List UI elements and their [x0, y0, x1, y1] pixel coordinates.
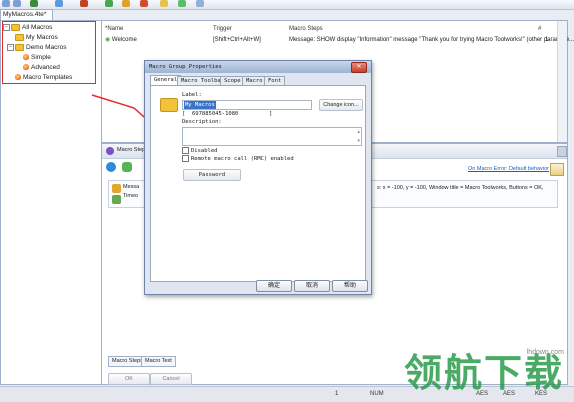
general-tab-panel: Label: My Macros Change icon... [ 697885…: [150, 85, 366, 282]
column-trigger[interactable]: Trigger: [213, 25, 232, 34]
table-row[interactable]: ◉ Welcome [Shift+Ctrl+Alt+W] Message: SH…: [102, 36, 574, 45]
row-macro-steps: Message: SHOW display "Information" mess…: [289, 37, 574, 43]
link-icon[interactable]: [196, 0, 204, 7]
step-options-icon[interactable]: [550, 163, 564, 176]
label-input[interactable]: My Macros: [182, 100, 312, 110]
dialog-ok-button[interactable]: 确定: [256, 280, 292, 292]
step-icon[interactable]: [122, 0, 130, 7]
bracket-close: ]: [269, 111, 273, 117]
step-text-left: Messa: [123, 184, 140, 190]
add-step-icon[interactable]: [106, 162, 116, 172]
column-count[interactable]: #: [538, 25, 541, 34]
row-count: 1: [545, 37, 549, 43]
macro-step-icon: [106, 147, 114, 155]
scroll-up-icon[interactable]: ▴: [357, 129, 360, 135]
stop-icon[interactable]: [140, 0, 148, 7]
steps-header-label: Macro Step: [117, 147, 146, 153]
bracket-open: [: [182, 111, 186, 117]
forward-arrow-icon[interactable]: [13, 0, 21, 7]
step-text-left2: Timeo: [123, 193, 139, 199]
dialog-titlebar[interactable]: Macro Group Properties ✕: [145, 61, 371, 73]
dialog-cancel-button[interactable]: 取消: [294, 280, 330, 292]
scroll-down-icon[interactable]: ▾: [357, 138, 360, 144]
step-toolbar-icon[interactable]: [122, 162, 132, 172]
back-arrow-icon[interactable]: [2, 0, 10, 7]
refresh-icon[interactable]: [55, 0, 63, 7]
folder-icon: [160, 98, 178, 112]
document-tab-title: MyMacros.4te*: [3, 11, 47, 18]
row-trigger: [Shift+Ctrl+Alt+W]: [213, 37, 261, 43]
column-name[interactable]: *Name: [105, 25, 123, 34]
main-toolbar: [0, 0, 574, 10]
checkbox-icon[interactable]: [182, 147, 189, 154]
description-textarea[interactable]: ▴ ▾: [182, 127, 362, 146]
check-icon[interactable]: [178, 0, 186, 7]
status-page: 1: [335, 391, 339, 397]
change-icon-button[interactable]: Change icon...: [319, 99, 363, 111]
ok-button[interactable]: OK: [108, 373, 150, 385]
macro-icon: ◉: [105, 37, 111, 43]
description-caption: Description:: [182, 119, 222, 125]
dialog-title: Macro Group Properties: [149, 64, 222, 70]
on-error-link[interactable]: On Macro Error: Default behavior: [468, 166, 549, 172]
macro-group-properties-dialog: Macro Group Properties ✕ General Macro T…: [144, 60, 372, 295]
row-name: ◉ Welcome: [105, 37, 137, 43]
save-icon[interactable]: [30, 0, 38, 7]
message-step-icon: [112, 184, 121, 193]
password-button[interactable]: Password: [183, 169, 241, 181]
record-icon[interactable]: [80, 0, 88, 7]
tab-macro-text[interactable]: Macro Text: [141, 356, 176, 367]
group-id: 697885045-1080: [192, 111, 239, 117]
tools-icon[interactable]: [160, 0, 168, 7]
status-num: NUM: [370, 391, 384, 397]
grid-scrollbar[interactable]: [557, 21, 567, 142]
label-caption: Label:: [182, 92, 202, 98]
document-tab[interactable]: MyMacros.4te*: [0, 9, 54, 20]
close-icon[interactable]: ✕: [351, 62, 367, 73]
column-macro-steps[interactable]: Macro Steps: [289, 25, 323, 34]
cancel-button[interactable]: Cancel: [150, 373, 192, 385]
step-text-right: s: x = -100, y = -100, Window title = Ma…: [377, 185, 544, 191]
checkbox-icon[interactable]: [182, 155, 189, 162]
panel-pin-icon[interactable]: [557, 146, 567, 157]
disabled-checkbox[interactable]: Disabled: [182, 147, 218, 154]
highlight-callout-box: [2, 21, 96, 84]
timeout-step-icon: [112, 195, 121, 204]
play-icon[interactable]: [105, 0, 113, 7]
remote-call-checkbox[interactable]: Remote macro call (RMC) enabled: [182, 155, 294, 162]
watermark-url: lhdown.com: [526, 349, 564, 356]
dialog-help-button[interactable]: 帮助: [332, 280, 368, 292]
